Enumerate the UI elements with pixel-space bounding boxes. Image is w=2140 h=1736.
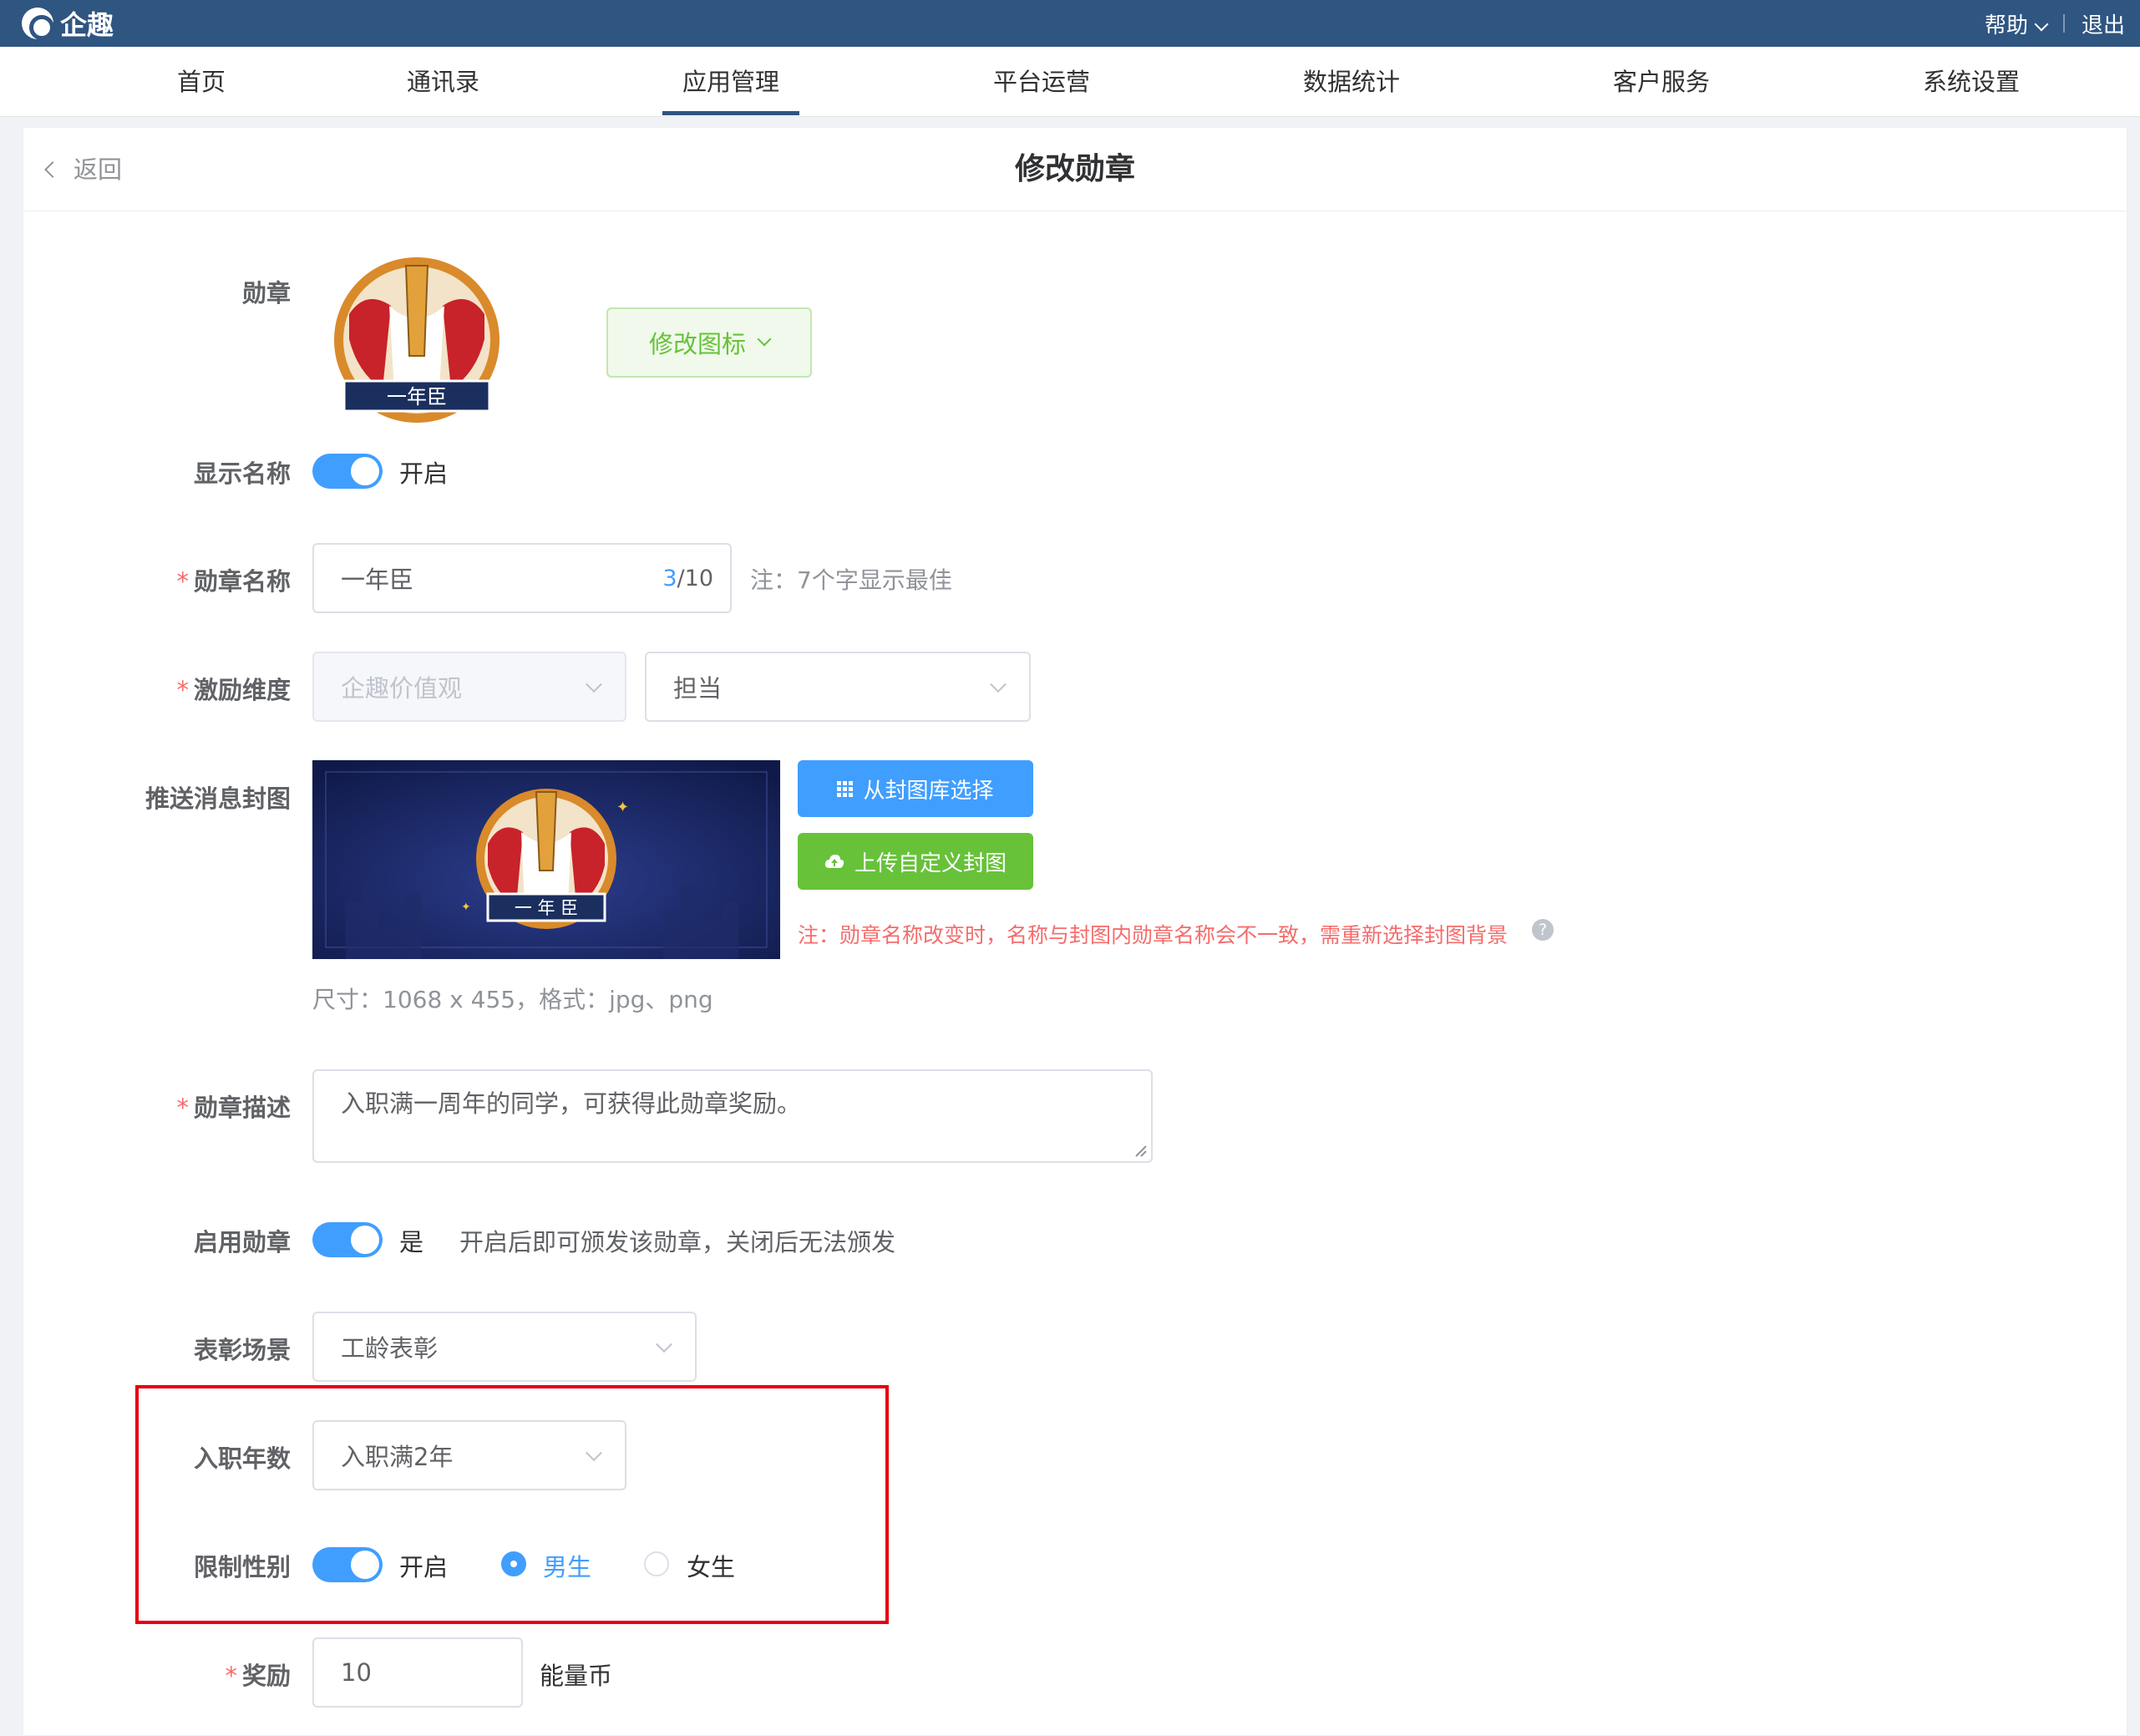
grid-icon <box>837 780 854 797</box>
cover-upload-button[interactable]: 上传自定义封图 <box>798 833 1033 890</box>
cover-image[interactable]: 一 年 臣 ✦ ✦ <box>312 760 780 959</box>
show-name-switch[interactable] <box>312 454 383 489</box>
resize-handle-icon[interactable] <box>1133 1143 1148 1158</box>
nav-item-system-settings[interactable]: 系统设置 <box>1923 47 2020 117</box>
chevron-down-icon <box>757 332 772 347</box>
description-label: * 勋章描述 <box>176 1089 291 1124</box>
dimension-secondary-value: 担当 <box>673 674 723 703</box>
top-bar: 企趣 帮助 退出 <box>0 0 2140 47</box>
required-marker: * <box>225 1662 237 1690</box>
cover-label: 推送消息封图 <box>145 784 291 813</box>
reward-label-text: 奖励 <box>241 1662 291 1690</box>
chevron-down-icon <box>656 1336 672 1353</box>
radio-female[interactable] <box>644 1551 669 1576</box>
nav-item-customer-service[interactable]: 客户服务 <box>1613 47 1710 117</box>
chevron-down-icon <box>2034 17 2049 31</box>
cover-warning: 注：勋章名称改变时，名称与封图内勋章名称会不一致，需重新选择封图背景 <box>798 923 1509 947</box>
scene-label: 表彰场景 <box>193 1336 291 1364</box>
enable-label: 启用勋章 <box>193 1228 291 1256</box>
change-icon-label: 修改图标 <box>648 330 746 358</box>
main-nav: 首页 通讯录 应用管理 平台运营 数据统计 客户服务 系统设置 <box>0 47 2140 117</box>
description-value: 入职满一周年的同学，可获得此勋章奖励。 <box>341 1089 802 1118</box>
badge-name-value: 一年臣 <box>341 566 414 594</box>
question-icon[interactable]: ? <box>1532 919 1554 941</box>
gender-state: 开启 <box>399 1553 449 1581</box>
char-max: /10 <box>677 565 713 591</box>
dimension-secondary-select[interactable]: 担当 <box>645 652 1031 722</box>
cloud-upload-icon <box>824 855 844 868</box>
dimension-primary-select: 企趣价值观 <box>312 652 626 722</box>
enable-state: 是 <box>399 1228 424 1256</box>
required-marker: * <box>176 1094 189 1122</box>
scene-select[interactable]: 工龄表彰 <box>312 1312 697 1382</box>
required-marker: * <box>176 676 189 704</box>
nav-item-contacts[interactable]: 通讯录 <box>407 47 479 117</box>
radio-female-label[interactable]: 女生 <box>687 1548 735 1583</box>
cover-upload-label: 上传自定义封图 <box>854 850 1007 876</box>
gender-switch[interactable] <box>312 1547 383 1582</box>
chevron-down-icon <box>586 1444 602 1462</box>
char-count: 3 <box>662 565 677 591</box>
enable-hint: 开启后即可颁发该勋章，关闭后无法颁发 <box>459 1228 896 1256</box>
page-title: 修改勋章 <box>1014 152 1135 186</box>
gender-label: 限制性别 <box>193 1553 291 1581</box>
enable-switch[interactable] <box>312 1222 383 1257</box>
badge-name-label-text: 勋章名称 <box>193 567 291 596</box>
help-label: 帮助 <box>1984 13 2028 38</box>
chevron-down-icon <box>586 676 602 693</box>
logo-text: 企趣 <box>60 9 114 41</box>
description-label-text: 勋章描述 <box>193 1094 291 1122</box>
badge-name-input[interactable]: 一年臣 3/10 <box>312 543 732 613</box>
cover-gallery-button[interactable]: 从封图库选择 <box>798 760 1033 817</box>
reward-input[interactable]: 10 <box>312 1637 523 1708</box>
panel-header: 返回 修改勋章 <box>23 128 2127 211</box>
years-select[interactable]: 入职满2年 <box>312 1420 626 1490</box>
top-right-menu: 帮助 退出 <box>1985 0 2125 47</box>
scene-value: 工龄表彰 <box>341 1334 439 1363</box>
divider <box>2062 14 2065 33</box>
show-name-label: 显示名称 <box>193 459 291 488</box>
change-icon-button[interactable]: 修改图标 <box>606 307 812 378</box>
years-value: 入职满2年 <box>341 1443 454 1471</box>
logo-icon <box>22 8 54 40</box>
logout-link[interactable]: 退出 <box>2082 8 2125 39</box>
help-menu[interactable]: 帮助 <box>1984 8 2049 39</box>
nav-item-app-management[interactable]: 应用管理 <box>662 47 800 117</box>
cover-gallery-label: 从封图库选择 <box>863 778 994 804</box>
reward-value: 10 <box>341 1658 372 1687</box>
dimension-primary-value: 企趣价值观 <box>341 674 463 703</box>
badge-label: 勋章 <box>241 279 291 307</box>
nav-item-home[interactable]: 首页 <box>177 47 226 117</box>
required-marker: * <box>176 567 189 596</box>
nav-item-data-statistics[interactable]: 数据统计 <box>1303 47 1400 117</box>
svg-text:✦: ✦ <box>616 799 629 816</box>
badge-icon-text: 一年臣 <box>387 385 447 409</box>
show-name-state: 开启 <box>399 459 449 488</box>
chevron-down-icon <box>990 676 1007 693</box>
svg-text:✦: ✦ <box>461 901 471 914</box>
nav-item-platform-operations[interactable]: 平台运营 <box>993 47 1090 117</box>
reward-label: * 奖励 <box>225 1657 291 1692</box>
char-counter: 3/10 <box>662 566 713 591</box>
dimension-label-text: 激励维度 <box>193 676 291 704</box>
reward-unit: 能量币 <box>540 1662 613 1690</box>
years-label: 入职年数 <box>193 1444 291 1473</box>
logo[interactable]: 企趣 <box>22 5 114 42</box>
badge-icon: 一年臣 <box>334 257 500 423</box>
cover-size-hint: 尺寸：1068 x 455，格式：jpg、png <box>312 986 713 1013</box>
cover-badge-text: 一 年 臣 <box>515 898 578 918</box>
radio-male-label[interactable]: 男生 <box>543 1548 591 1583</box>
badge-name-note: 注：7个字显示最佳 <box>750 566 952 594</box>
radio-male[interactable] <box>501 1551 526 1576</box>
dimension-label: * 激励维度 <box>176 671 291 706</box>
badge-name-label: * 勋章名称 <box>176 562 291 597</box>
description-textarea[interactable]: 入职满一周年的同学，可获得此勋章奖励。 <box>312 1069 1153 1163</box>
